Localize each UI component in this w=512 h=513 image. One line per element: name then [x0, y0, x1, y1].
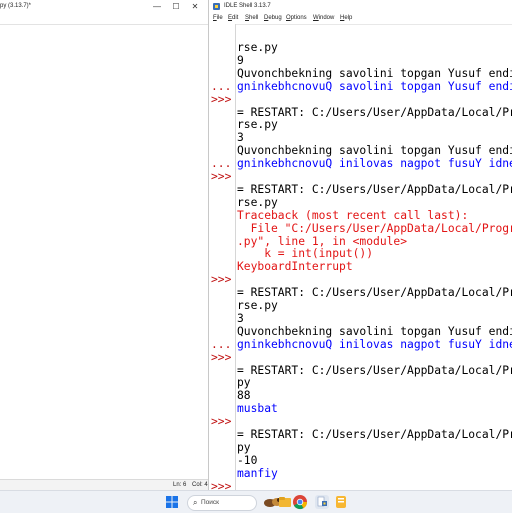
menu-window[interactable]: Window	[313, 15, 334, 21]
shell-line: gninkebhcnovuQ inilovas nagpot fusuY idn…	[237, 337, 512, 351]
shell-line: py	[237, 440, 251, 454]
shell-line: 9	[237, 53, 244, 67]
prompt-gutter: ... >>>... >>> >>>... >>> >>> >>>	[209, 24, 236, 493]
shell-line: .py", line 1, in <module>	[237, 234, 408, 248]
shell-line: gninkebhcnovuQ inilovas nagpot fusuY idn…	[237, 157, 512, 171]
shell-line: Quvonchbekning savolini topgan Yusuf end…	[237, 324, 512, 338]
shell-line: k = int(input())	[237, 247, 374, 261]
shell-window: IDLE Shell 3.13.7 File Edit Shell Debug …	[209, 0, 512, 493]
shell-window-title: IDLE Shell 3.13.7	[224, 3, 271, 9]
continuation-marker: ...	[211, 157, 232, 171]
menu-options[interactable]: Options	[286, 15, 307, 21]
windows-start-icon[interactable]	[164, 494, 180, 510]
shell-line: Traceback (most recent call last):	[237, 208, 469, 222]
shell-line: rse.py	[237, 299, 278, 312]
taskbar-search[interactable]: ⌕ Поиск	[187, 495, 257, 511]
shell-line: py	[237, 376, 251, 390]
shell-line: = RESTART: C:/Users/User/AppData/Local/P…	[237, 363, 512, 377]
continuation-marker: ...	[211, 337, 232, 351]
shell-line: File "C:/Users/User/AppData/Local/Progra	[237, 221, 512, 235]
menu-debug[interactable]: Debug	[264, 15, 282, 21]
shell-line: = RESTART: C:/Users/User/AppData/Local/P…	[237, 428, 512, 441]
search-placeholder: Поиск	[201, 499, 220, 506]
menu-shell[interactable]: Shell	[245, 15, 258, 21]
maximize-button[interactable]: ☐	[169, 1, 183, 13]
shell-line: rse.py	[237, 195, 278, 209]
shell-line: 3	[237, 311, 244, 325]
editor-text-area[interactable]	[0, 25, 208, 479]
python-idle-icon[interactable]	[314, 494, 330, 510]
shell-line: = RESTART: C:/Users/User/AppData/Local/P…	[237, 286, 512, 300]
menu-help[interactable]: Help	[340, 15, 352, 21]
shell-line: manfiy	[237, 466, 278, 480]
minimize-button[interactable]: —	[150, 1, 164, 13]
shell-line: Quvonchbekning savolini topgan Yusuf end…	[237, 66, 512, 80]
shell-line: rse.py	[237, 118, 278, 132]
shell-line: = RESTART: C:/Users/User/AppData/Local/P…	[237, 105, 512, 119]
continuation-marker: ...	[211, 79, 232, 93]
python-icon	[213, 3, 220, 10]
editor-window-title: py (3.13.7)*	[0, 3, 32, 9]
taskbar: ⌕ Поиск	[0, 490, 512, 513]
shell-line: rse.py	[237, 41, 278, 54]
column-number: Col: 4	[192, 482, 208, 488]
shell-line: 88	[237, 389, 251, 403]
line-number: Ln: 6	[173, 482, 187, 488]
menu-file[interactable]: File	[213, 15, 223, 21]
file-explorer-icon[interactable]	[277, 494, 293, 510]
editor-menu-bar	[0, 14, 208, 25]
shell-line: = RESTART: C:/Users/User/AppData/Local/P…	[237, 182, 512, 196]
close-button[interactable]: ✕	[188, 1, 202, 13]
shell-line: Quvonchbekning savolini topgan Yusuf end…	[237, 144, 512, 158]
notes-app-icon[interactable]	[333, 494, 349, 510]
prompt-marker: >>>	[211, 273, 232, 287]
prompt-marker: >>>	[211, 92, 232, 106]
search-icon: ⌕	[193, 498, 198, 507]
shell-line: KeyboardInterrupt	[237, 260, 353, 274]
shell-line: gninkebhcnovuQ savolini topgan Yusuf end…	[237, 79, 512, 93]
prompt-marker: >>>	[211, 415, 232, 429]
shell-line: musbat	[237, 402, 278, 416]
shell-title-bar: IDLE Shell 3.13.7	[209, 0, 512, 13]
chrome-icon[interactable]	[292, 494, 308, 510]
prompt-marker: >>>	[211, 350, 232, 364]
menu-edit[interactable]: Edit	[228, 15, 238, 21]
prompt-marker: >>>	[211, 170, 232, 183]
shell-line: -10	[237, 453, 258, 467]
editor-title-bar: py (3.13.7)* — ☐ ✕	[0, 0, 208, 14]
shell-output[interactable]: rse.py 9 Quvonchbekning savolini topgan Yu…	[236, 24, 512, 490]
shell-line: 3	[237, 131, 244, 145]
editor-window: py (3.13.7)* — ☐ ✕ Ln: 6 Col: 4	[0, 0, 209, 491]
